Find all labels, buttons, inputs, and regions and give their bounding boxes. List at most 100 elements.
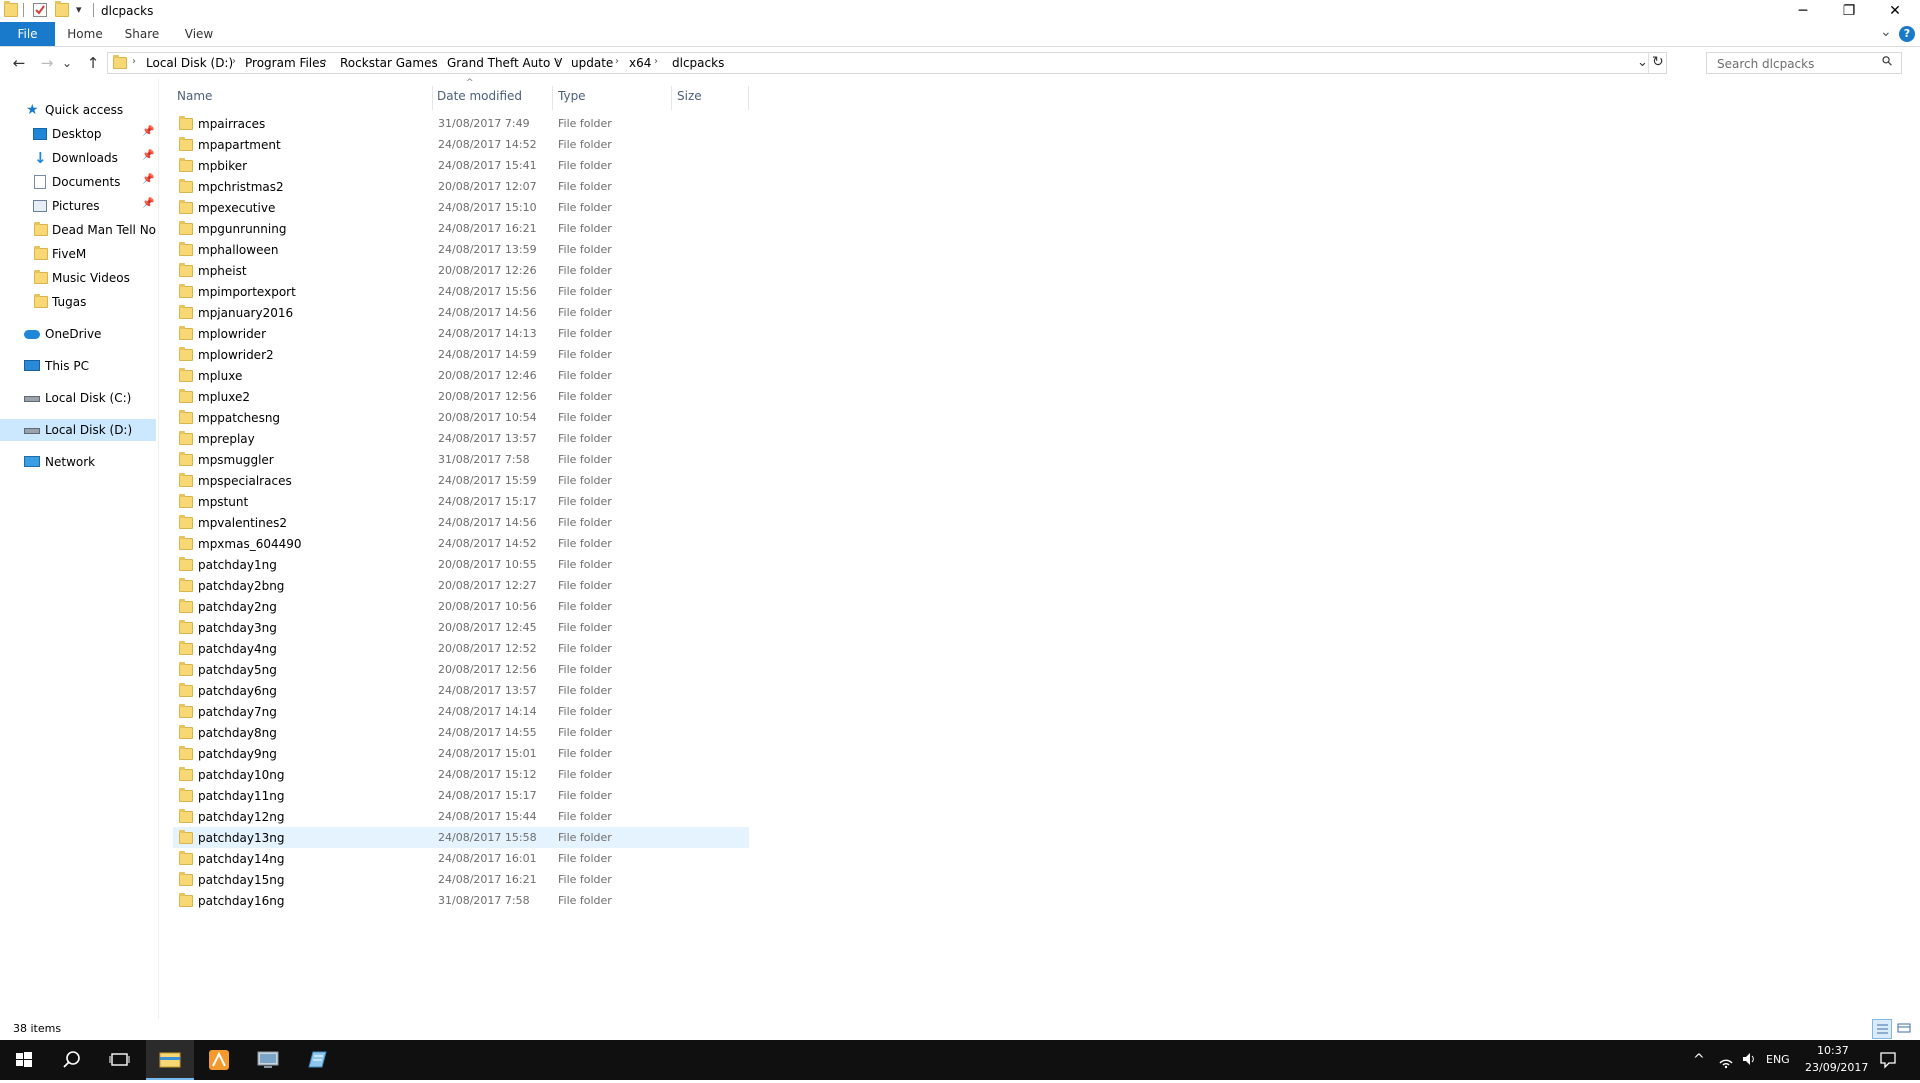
file-name[interactable]: mpairraces bbox=[198, 117, 265, 131]
file-row[interactable]: mpvalentines2 24/08/2017 14:56 File folder bbox=[173, 512, 749, 533]
minimize-button[interactable]: ─ bbox=[1780, 0, 1826, 22]
file-row[interactable]: mpspecialraces 24/08/2017 15:59 File folde… bbox=[173, 470, 749, 491]
nav-item-local-disk-d[interactable]: Local Disk (D:) bbox=[0, 419, 156, 441]
nav-item-quick-access[interactable]: ★ Quick access bbox=[0, 99, 156, 121]
file-row[interactable]: patchday3ng 20/08/2017 12:45 File folder bbox=[173, 617, 749, 638]
file-name[interactable]: mpstunt bbox=[198, 495, 248, 509]
file-name[interactable]: patchday3ng bbox=[198, 621, 277, 635]
file-name[interactable]: patchday8ng bbox=[198, 726, 277, 740]
breadcrumb-separator[interactable]: › bbox=[556, 56, 560, 67]
file-row[interactable]: mpapartment 24/08/2017 14:52 File folder bbox=[173, 134, 749, 155]
breadcrumb-dlcpacks[interactable]: dlcpacks bbox=[672, 56, 724, 70]
file-name[interactable]: mpvalentines2 bbox=[198, 516, 287, 530]
show-hidden-icons-button[interactable]: ^ bbox=[1693, 1052, 1705, 1068]
restore-button[interactable]: ❐ bbox=[1826, 0, 1872, 22]
nav-item-desktop[interactable]: Desktop 📌 bbox=[0, 123, 156, 145]
breadcrumb-x64[interactable]: x64 bbox=[629, 56, 651, 70]
search-button[interactable] bbox=[48, 1040, 96, 1080]
tab-file[interactable]: File bbox=[0, 22, 55, 46]
file-name[interactable]: patchday1ng bbox=[198, 558, 277, 572]
file-name[interactable]: mpgunrunning bbox=[198, 222, 286, 236]
volume-icon[interactable] bbox=[1740, 1049, 1758, 1072]
file-row[interactable]: mpreplay 24/08/2017 13:57 File folder bbox=[173, 428, 749, 449]
tab-home[interactable]: Home bbox=[62, 22, 108, 46]
file-row[interactable]: mpstunt 24/08/2017 15:17 File folder bbox=[173, 491, 749, 512]
expand-ribbon-icon[interactable]: ⌄ bbox=[1880, 24, 1892, 40]
taskbar-app-file-explorer[interactable] bbox=[146, 1040, 194, 1080]
file-name[interactable]: mplowrider bbox=[198, 327, 266, 341]
file-row[interactable]: mpxmas_604490 24/08/2017 14:52 File folder bbox=[173, 533, 749, 554]
file-row[interactable]: mpsmuggler 31/08/2017 7:58 File folder bbox=[173, 449, 749, 470]
column-header-type[interactable]: Type bbox=[558, 86, 638, 110]
file-name[interactable]: patchday2ng bbox=[198, 600, 277, 614]
breadcrumb-separator[interactable]: › bbox=[654, 56, 658, 67]
nav-item-documents[interactable]: Documents 📌 bbox=[0, 171, 156, 193]
address-dropdown-icon[interactable]: ⌄ bbox=[1637, 55, 1648, 70]
file-row[interactable]: mpjanuary2016 24/08/2017 14:56 File folder bbox=[173, 302, 749, 323]
task-view-button[interactable] bbox=[96, 1040, 144, 1080]
clock-date[interactable]: 23/09/2017 bbox=[1805, 1061, 1868, 1074]
file-name[interactable]: patchday9ng bbox=[198, 747, 277, 761]
breadcrumb-rockstar-games[interactable]: Rockstar Games bbox=[340, 56, 438, 70]
file-row[interactable]: mpheist 20/08/2017 12:26 File folder bbox=[173, 260, 749, 281]
up-button[interactable]: ↑ bbox=[82, 53, 104, 73]
nav-item-this-pc[interactable]: This PC bbox=[0, 355, 156, 377]
file-row[interactable]: mpexecutive 24/08/2017 15:10 File folder bbox=[173, 197, 749, 218]
file-name[interactable]: patchday16ng bbox=[198, 894, 284, 908]
file-row[interactable]: mpbiker 24/08/2017 15:41 File folder bbox=[173, 155, 749, 176]
column-divider[interactable] bbox=[552, 86, 553, 110]
nav-item-downloads[interactable]: ↓ Downloads 📌 bbox=[0, 147, 156, 169]
file-row[interactable]: patchday9ng 24/08/2017 15:01 File folder bbox=[173, 743, 749, 764]
file-row[interactable]: mplowrider2 24/08/2017 14:59 File folder bbox=[173, 344, 749, 365]
file-row[interactable]: patchday14ng 24/08/2017 16:01 File folder bbox=[173, 848, 749, 869]
breadcrumb-separator[interactable]: › bbox=[132, 56, 136, 67]
help-icon[interactable]: ? bbox=[1899, 26, 1915, 42]
breadcrumb-program-files[interactable]: Program Files bbox=[245, 56, 326, 70]
file-name[interactable]: mpluxe2 bbox=[198, 390, 250, 404]
breadcrumb-separator[interactable]: › bbox=[323, 56, 327, 67]
column-divider[interactable] bbox=[671, 86, 672, 110]
file-row[interactable]: mplowrider 24/08/2017 14:13 File folder bbox=[173, 323, 749, 344]
pane-divider[interactable] bbox=[158, 79, 159, 1019]
wifi-icon[interactable] bbox=[1717, 1049, 1735, 1072]
breadcrumb-gta-v[interactable]: Grand Theft Auto V bbox=[447, 56, 562, 70]
forward-button[interactable]: → bbox=[36, 53, 58, 73]
column-header-date-modified[interactable]: Date modified bbox=[437, 86, 547, 110]
column-header-size[interactable]: Size bbox=[677, 86, 737, 110]
clock-time[interactable]: 10:37 bbox=[1817, 1044, 1849, 1057]
file-name[interactable]: mpspecialraces bbox=[198, 474, 292, 488]
file-row[interactable]: patchday2bng 20/08/2017 12:27 File folder bbox=[173, 575, 749, 596]
file-row[interactable]: mpairraces 31/08/2017 7:49 File folder bbox=[173, 113, 749, 134]
file-row[interactable]: patchday8ng 24/08/2017 14:55 File folder bbox=[173, 722, 749, 743]
address-bar[interactable]: › Local Disk (D:) › Program Files › Rock… bbox=[107, 52, 1667, 74]
file-name[interactable]: mpbiker bbox=[198, 159, 247, 173]
search-input[interactable] bbox=[1715, 54, 1879, 74]
file-name[interactable]: mpluxe bbox=[198, 369, 242, 383]
file-name[interactable]: patchday4ng bbox=[198, 642, 277, 656]
file-name[interactable]: mpexecutive bbox=[198, 201, 275, 215]
file-name[interactable]: patchday6ng bbox=[198, 684, 277, 698]
file-name[interactable]: mpapartment bbox=[198, 138, 281, 152]
file-row[interactable]: patchday12ng 24/08/2017 15:44 File folder bbox=[173, 806, 749, 827]
close-button[interactable]: ✕ bbox=[1872, 0, 1918, 22]
column-divider[interactable] bbox=[748, 86, 749, 110]
file-row[interactable]: patchday1ng 20/08/2017 10:55 File folder bbox=[173, 554, 749, 575]
breadcrumb-update[interactable]: update bbox=[571, 56, 613, 70]
file-row[interactable]: mpluxe2 20/08/2017 12:56 File folder bbox=[173, 386, 749, 407]
action-center-icon[interactable] bbox=[1879, 1051, 1897, 1072]
file-row[interactable]: patchday4ng 20/08/2017 12:52 File folder bbox=[173, 638, 749, 659]
taskbar-app-orange[interactable] bbox=[195, 1040, 243, 1080]
column-header-name[interactable]: Name bbox=[177, 86, 427, 110]
tab-view[interactable]: View bbox=[176, 22, 222, 46]
taskbar-app-monitor[interactable] bbox=[244, 1040, 292, 1080]
nav-item-fivem[interactable]: FiveM bbox=[0, 243, 156, 265]
file-name[interactable]: mpreplay bbox=[198, 432, 255, 446]
nav-item-music-videos[interactable]: Music Videos bbox=[0, 267, 156, 289]
file-row[interactable]: patchday11ng 24/08/2017 15:17 File folder bbox=[173, 785, 749, 806]
search-icon[interactable]: ⚲ bbox=[1879, 53, 1896, 70]
nav-item-pictures[interactable]: Pictures 📌 bbox=[0, 195, 156, 217]
file-name[interactable]: mpxmas_604490 bbox=[198, 537, 302, 551]
file-row[interactable]: mpgunrunning 24/08/2017 16:21 File folder bbox=[173, 218, 749, 239]
file-row[interactable]: patchday5ng 20/08/2017 12:56 File folder bbox=[173, 659, 749, 680]
file-row[interactable]: patchday13ng 24/08/2017 15:58 File folder bbox=[173, 827, 749, 848]
